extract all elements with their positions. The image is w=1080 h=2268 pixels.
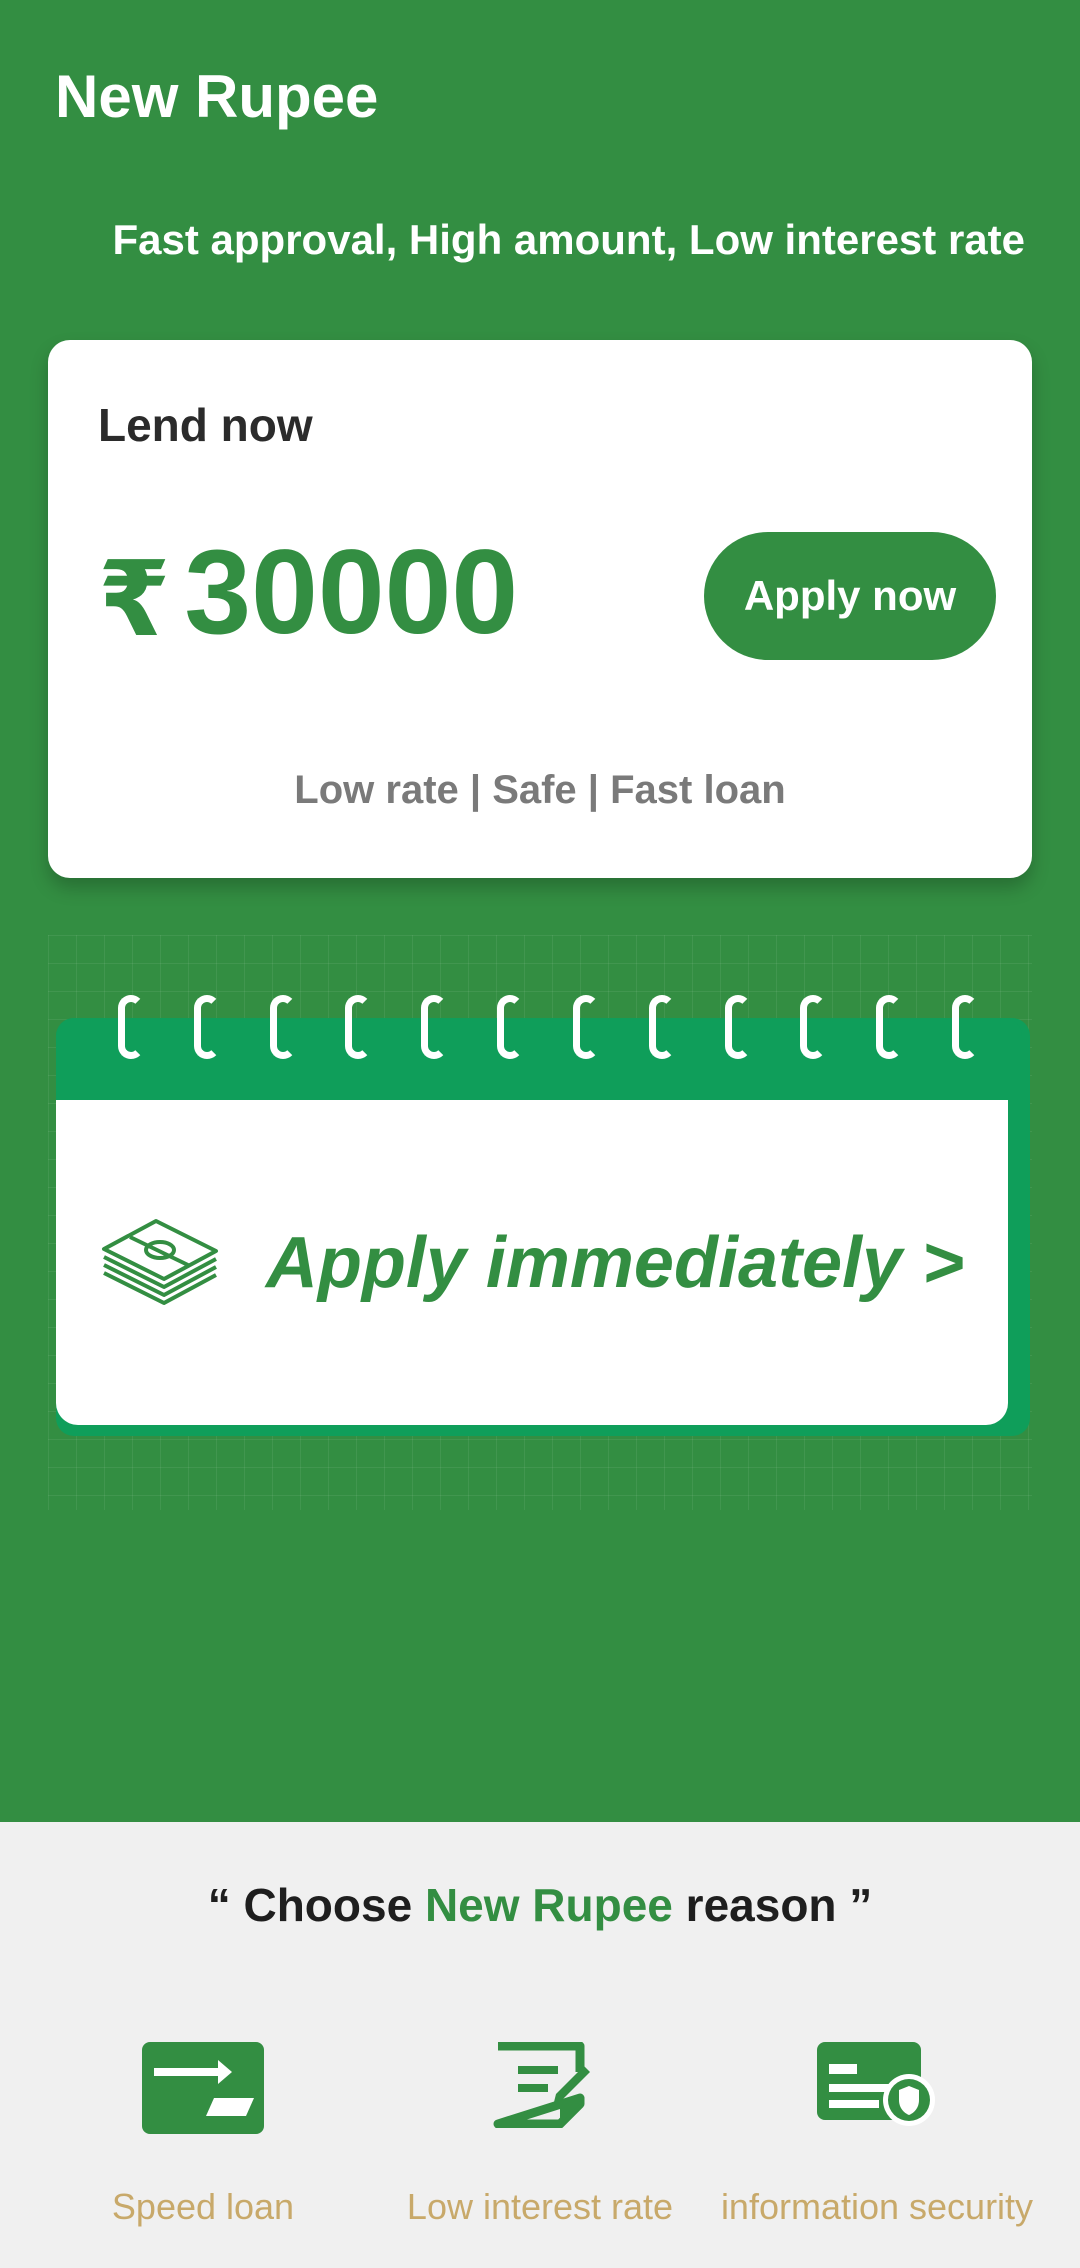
calendar-rings — [118, 995, 978, 1065]
reasons-suffix: reason ” — [672, 1879, 873, 1931]
edit-document-icon — [490, 2041, 590, 2133]
ring-icon — [118, 995, 144, 1059]
reasons-section: “ Choose New Rupee reason ” Speed loan L… — [0, 1822, 1080, 2268]
loan-card: Lend now ₹ 30000 Apply now Low rate | Sa… — [48, 340, 1032, 878]
ring-icon — [876, 995, 903, 1059]
feature-label: information security — [720, 2186, 1034, 2227]
reasons-prefix: “ Choose — [207, 1879, 425, 1931]
amount-value: 30000 — [184, 525, 519, 659]
ring-icon — [421, 995, 448, 1059]
tagline: Fast approval, High amount, Low interest… — [112, 216, 1025, 263]
card-features: Low rate | Safe | Fast loan — [294, 768, 786, 812]
ring-icon — [724, 995, 751, 1059]
feature-information-security[interactable]: information security — [697, 2042, 1057, 2262]
ring-icon — [269, 995, 296, 1059]
feature-label: Speed loan — [111, 2186, 295, 2227]
ring-icon — [800, 995, 827, 1059]
feature-low-interest-rate[interactable]: Low interest rate — [360, 2041, 720, 2262]
apply-immediately-banner[interactable]: Apply immediately > — [56, 1100, 1008, 1425]
ring-icon — [572, 995, 599, 1059]
apply-now-button[interactable]: Apply now — [704, 532, 996, 660]
reasons-title: “ Choose New Rupee reason ” — [0, 1878, 1080, 1932]
money-stack-icon — [100, 1213, 220, 1313]
id-shield-icon — [817, 2042, 937, 2133]
ring-icon — [193, 995, 220, 1059]
ring-icon — [497, 995, 524, 1059]
reasons-brand: New Rupee — [424, 1879, 673, 1931]
rupee-icon: ₹ — [98, 542, 171, 658]
hero-section: New Rupee Fast approval, High amount, Lo… — [0, 0, 1080, 1822]
app-title: New Rupee — [55, 63, 379, 130]
apply-banner: Apply immediately > — [48, 935, 1032, 1510]
feature-label: Low interest rate — [406, 2186, 674, 2227]
feature-speed-loan[interactable]: Speed loan — [23, 2042, 383, 2262]
apply-immediately-text: Apply immediately > — [265, 1222, 965, 1303]
loan-amount: ₹ 30000 — [98, 532, 518, 652]
card-title: Lend now — [98, 399, 313, 451]
reasons-list: Speed loan Low interest rate information… — [0, 2041, 1080, 2262]
ring-icon — [345, 995, 372, 1059]
ring-icon — [951, 995, 978, 1059]
card-transfer-icon — [142, 2042, 264, 2139]
ring-icon — [648, 995, 675, 1059]
